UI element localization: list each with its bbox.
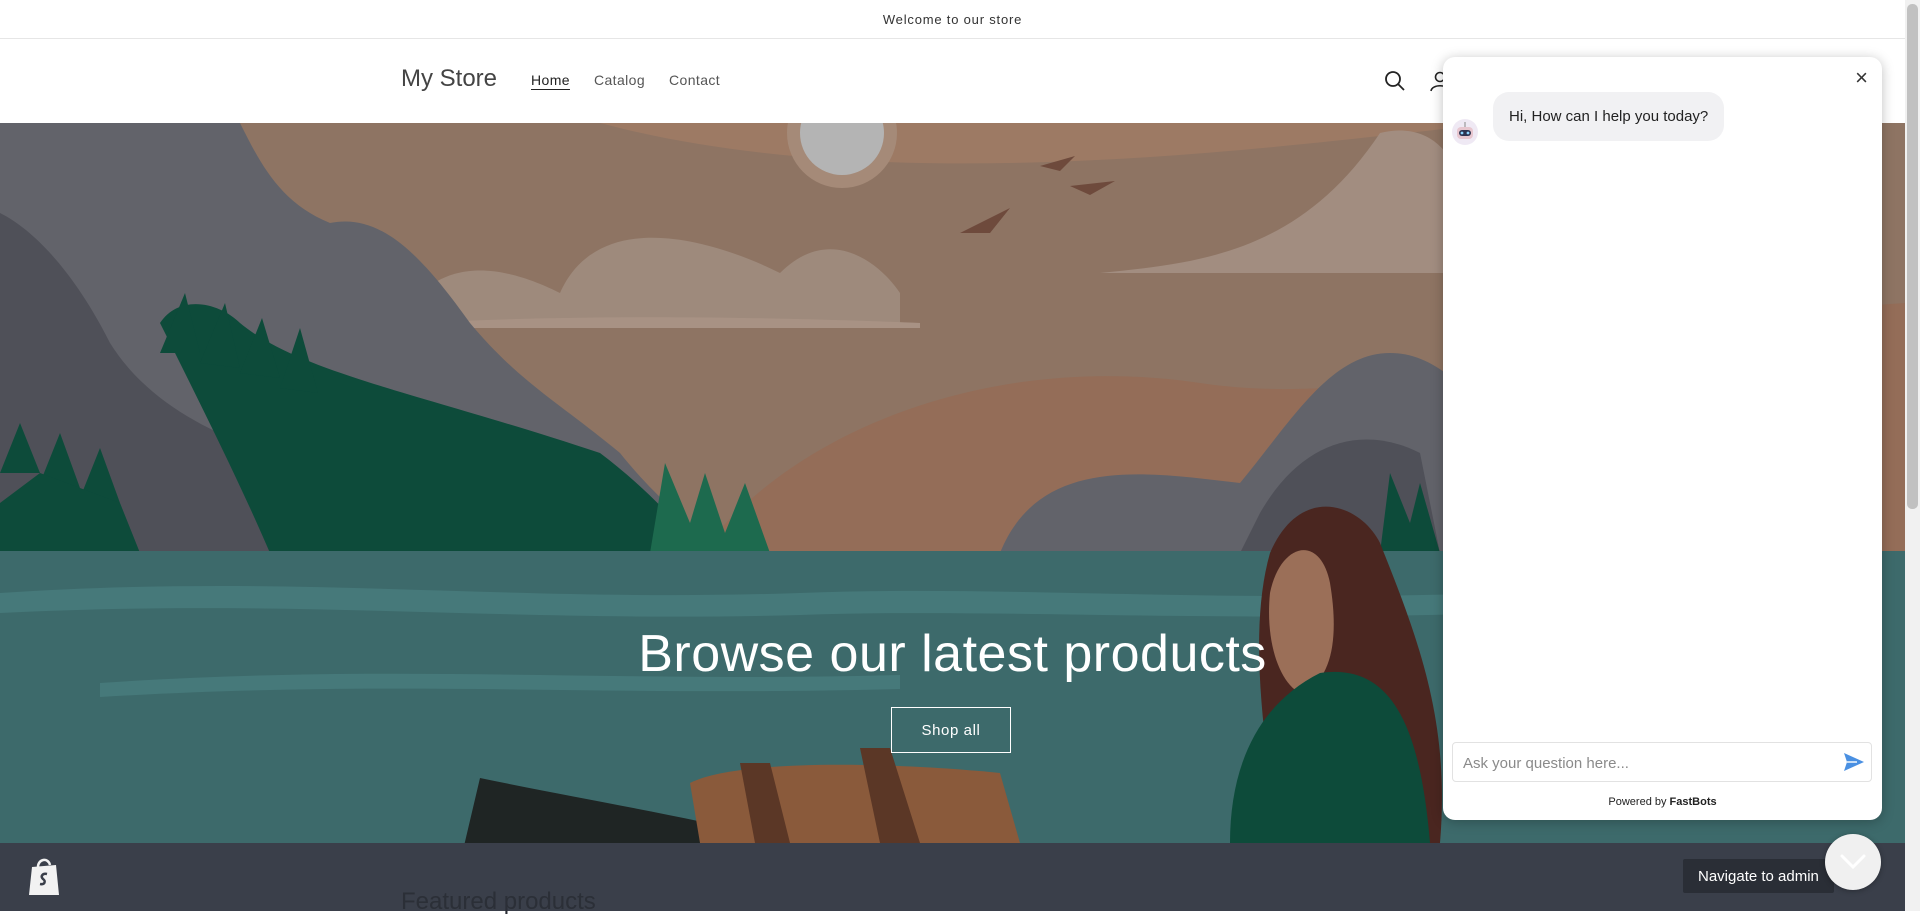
search-icon[interactable] (1383, 69, 1407, 93)
featured-products-heading: Featured products (401, 888, 596, 915)
nav-catalog[interactable]: Catalog (594, 72, 645, 88)
announcement-bar: Welcome to our store (0, 0, 1905, 39)
shop-all-button[interactable]: Shop all (891, 707, 1011, 753)
powered-prefix: Powered by (1608, 796, 1667, 808)
scrollbar-thumb[interactable] (1907, 4, 1918, 509)
send-icon[interactable] (1843, 752, 1865, 772)
chat-toggle-button[interactable] (1825, 834, 1881, 890)
powered-by-label: Powered by FastBots (1443, 796, 1882, 808)
chat-greeting-message: Hi, How can I help you today? (1493, 92, 1725, 141)
nav-home[interactable]: Home (531, 72, 570, 88)
announcement-text: Welcome to our store (882, 11, 1023, 27)
chat-input-container (1452, 742, 1872, 783)
chat-question-input[interactable] (1461, 743, 1835, 783)
shopify-bag-icon[interactable] (26, 855, 62, 897)
store-logo[interactable]: My Store (401, 65, 497, 93)
nav-contact[interactable]: Contact (669, 72, 720, 88)
main-nav: Home Catalog Contact (531, 72, 720, 88)
close-icon[interactable]: × (1855, 67, 1868, 89)
chat-widget: × Hi, How can I help you today? Powered … (1443, 57, 1882, 820)
navigate-to-admin-button[interactable]: Navigate to admin (1683, 859, 1834, 893)
chevron-down-icon (1840, 854, 1866, 870)
page-scrollbar[interactable] (1905, 0, 1920, 911)
admin-bar: Featured products Navigate to admin (0, 843, 1905, 915)
bot-avatar-icon (1452, 119, 1478, 145)
powered-brand[interactable]: FastBots (1670, 796, 1717, 808)
